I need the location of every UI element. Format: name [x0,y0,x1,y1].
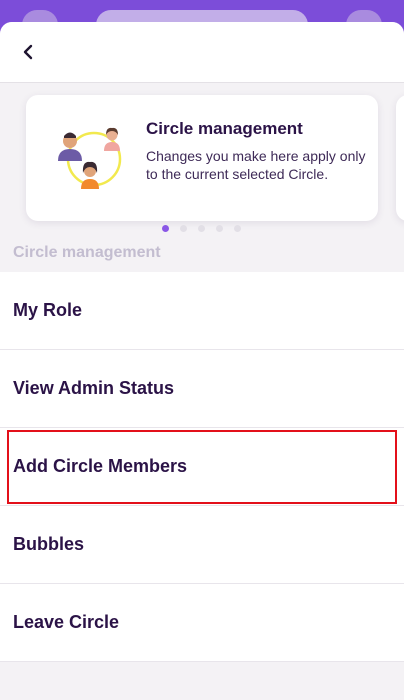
top-bar [0,22,404,83]
menu-item-label: Add Circle Members [13,456,188,476]
circle-management-menu: My Role View Admin Status Add Circle Mem… [0,272,404,662]
info-card: Circle management Changes you make here … [26,95,378,221]
menu-item-my-role[interactable]: My Role [0,272,404,350]
pagination-dot[interactable] [215,225,223,232]
menu-item-label: Bubbles [13,534,85,554]
chevron-left-icon [23,44,33,60]
info-carousel[interactable]: Circle management Changes you make here … [0,83,404,243]
menu-item-bubbles[interactable]: Bubbles [0,506,404,584]
next-card-peek[interactable] [396,95,404,221]
menu-item-leave-circle[interactable]: Leave Circle [0,584,404,662]
pagination-dot-active[interactable] [161,225,169,232]
pagination-dot[interactable] [197,225,205,232]
pagination-dot[interactable] [179,225,187,232]
menu-item-add-circle-members[interactable]: Add Circle Members [0,428,404,506]
bottom-spacer [0,662,404,700]
card-description: Changes you make here apply only to the … [146,148,366,182]
pagination-dot[interactable] [233,225,241,232]
back-button[interactable] [10,34,46,70]
menu-item-view-admin-status[interactable]: View Admin Status [0,350,404,428]
settings-sheet: Circle management Changes you make here … [0,22,404,700]
people-circle-icon [58,127,122,189]
carousel-pagination [0,225,404,232]
menu-item-label: Leave Circle [13,612,120,632]
menu-item-label: View Admin Status [13,378,175,398]
menu-item-label: My Role [13,300,83,320]
card-title: Circle management [146,119,303,138]
